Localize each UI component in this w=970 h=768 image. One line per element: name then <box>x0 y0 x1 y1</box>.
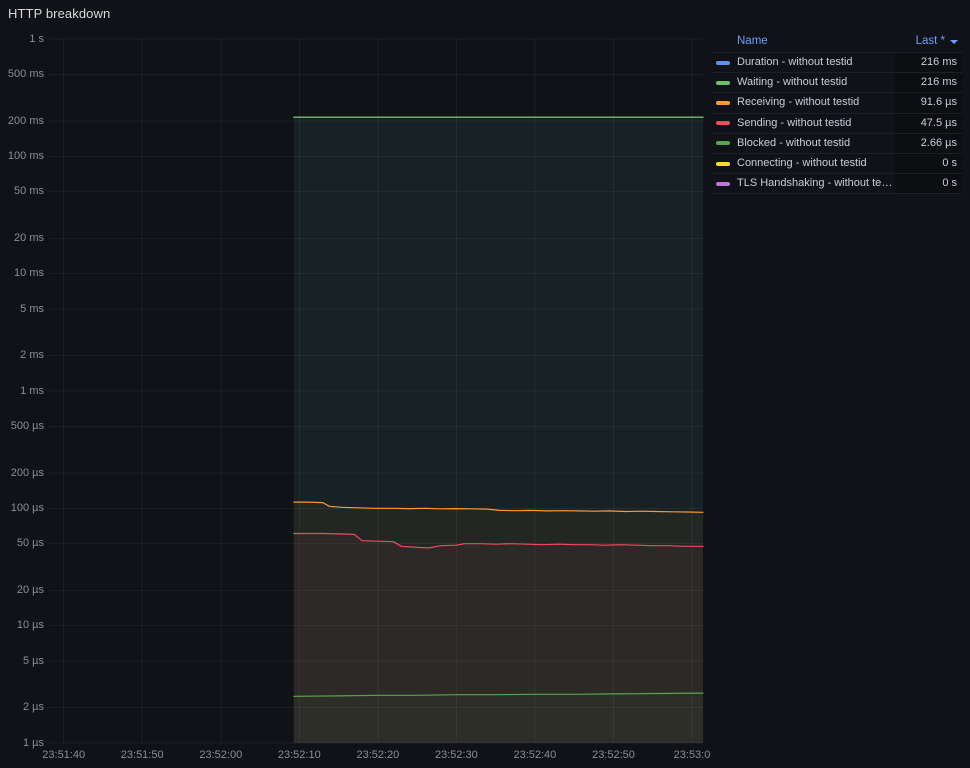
legend-row-sending[interactable]: Sending - without testid 47.5 µs <box>712 112 962 133</box>
y-axis-tick-label: 500 µs <box>10 419 44 432</box>
legend-series-label[interactable]: Sending - without testid <box>737 117 895 130</box>
series-fill-blocked <box>293 693 703 743</box>
legend-row-waiting[interactable]: Waiting - without testid 216 ms <box>712 72 962 93</box>
y-axis-tick-label: 10 µs <box>16 619 44 632</box>
legend-name-header[interactable]: Name <box>737 35 768 48</box>
y-axis-tick-label: 1 µs <box>22 736 44 749</box>
series-color-marker <box>716 181 730 186</box>
y-axis-tick-label: 500 ms <box>7 67 44 80</box>
series-color-marker <box>716 60 730 65</box>
y-axis-tick-label: 5 ms <box>20 302 44 315</box>
legend-series-value: 91.6 µs <box>895 93 962 113</box>
y-axis-tick-label: 1 ms <box>20 384 44 397</box>
x-axis-tick-label: 23:52:00 <box>199 749 243 761</box>
y-axis-tick-label: 10 ms <box>14 267 44 280</box>
legend-row-tls[interactable]: TLS Handshaking - without testid 0 s <box>712 173 962 195</box>
x-axis-tick-label: 23:52:40 <box>513 749 557 761</box>
legend-table: Name Last * Duration - without testid 216… <box>712 32 962 195</box>
series-color-marker <box>716 80 730 85</box>
legend-series-value: 47.5 µs <box>895 113 962 133</box>
x-axis-tick-label: 23:52:10 <box>277 749 321 761</box>
legend-sort-header-label: Last * <box>915 34 945 47</box>
legend-sort-header[interactable]: Last * <box>916 35 958 48</box>
legend-series-label[interactable]: Waiting - without testid <box>737 76 895 89</box>
series-color-marker <box>716 121 730 126</box>
y-axis-tick-label: 200 ms <box>7 114 44 127</box>
legend-series-value: 0 s <box>895 153 962 174</box>
x-axis-tick-label: 23:51:40 <box>42 749 86 761</box>
y-axis-tick-label: 2 µs <box>22 701 44 714</box>
y-axis-tick-label: 20 µs <box>16 583 44 596</box>
legend-row-connecting[interactable]: Connecting - without testid 0 s <box>712 152 962 174</box>
legend-row-receiving[interactable]: Receiving - without testid 91.6 µs <box>712 92 962 113</box>
legend-series-value: 216 ms <box>895 73 962 93</box>
legend-header: Name Last * <box>712 32 962 52</box>
sort-caret-icon <box>950 40 958 44</box>
legend-series-label[interactable]: TLS Handshaking - without testid <box>737 177 895 190</box>
legend-series-value: 2.66 µs <box>895 133 962 153</box>
y-axis-tick-label: 100 µs <box>10 501 44 514</box>
x-axis-tick-label: 23:52:30 <box>434 749 478 761</box>
legend-series-label[interactable]: Connecting - without testid <box>737 157 895 170</box>
x-axis-tick-label: 23:52:50 <box>592 749 635 761</box>
y-axis-tick-label: 5 µs <box>22 654 44 667</box>
legend-series-label[interactable]: Blocked - without testid <box>737 137 895 150</box>
x-axis-tick-label: 23:53:0 <box>673 749 711 761</box>
x-axis-tick-label: 23:51:50 <box>120 749 164 761</box>
y-axis-tick-label: 200 µs <box>10 466 44 479</box>
y-axis-tick-label: 2 ms <box>20 349 44 362</box>
legend-series-label[interactable]: Duration - without testid <box>737 56 895 69</box>
y-axis-tick-label: 20 ms <box>14 231 44 244</box>
y-axis-tick-label: 50 µs <box>16 537 44 550</box>
legend-series-value: 216 ms <box>895 53 962 73</box>
x-axis-tick-label: 23:52:20 <box>356 749 400 761</box>
series-color-marker <box>716 100 730 105</box>
legend-row-blocked[interactable]: Blocked - without testid 2.66 µs <box>712 132 962 153</box>
legend-series-value: 0 s <box>895 174 962 194</box>
y-axis-tick-label: 50 ms <box>14 185 44 198</box>
series-color-marker <box>716 161 730 166</box>
legend-rows: Duration - without testid 216 ms Waiting -… <box>712 52 962 195</box>
y-axis-tick-label: 100 ms <box>7 149 44 162</box>
series-color-marker <box>716 141 730 146</box>
y-axis-tick-label: 1 s <box>29 32 44 45</box>
legend-series-label[interactable]: Receiving - without testid <box>737 96 895 109</box>
legend-row-duration[interactable]: Duration - without testid 216 ms <box>712 52 962 73</box>
